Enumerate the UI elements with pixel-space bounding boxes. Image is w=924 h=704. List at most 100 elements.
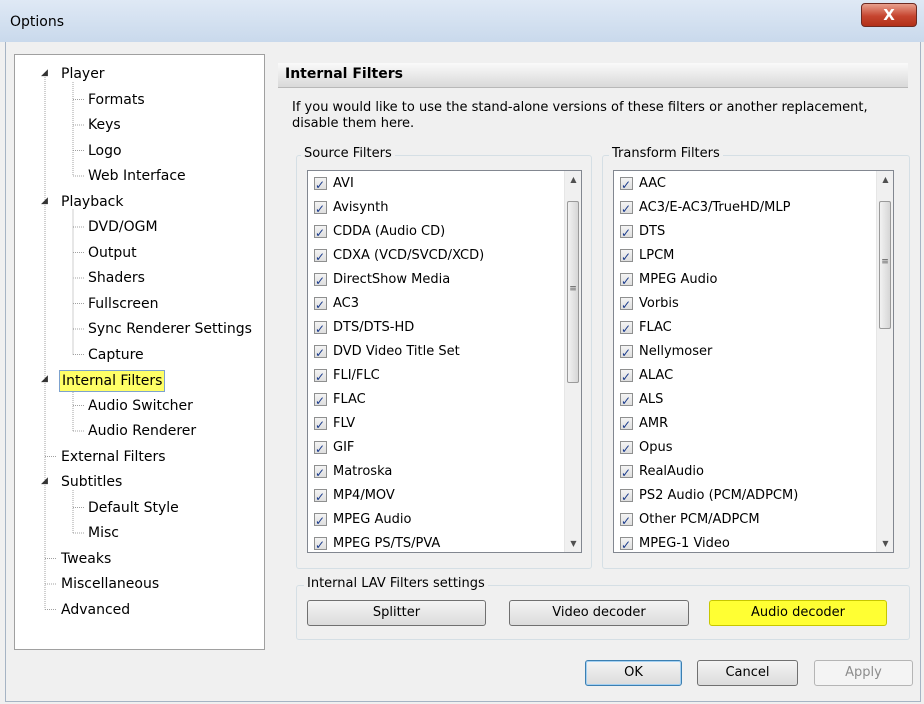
list-item-label: Nellymoser — [639, 344, 713, 359]
tree-item-audio-switcher[interactable]: Audio Switcher — [86, 396, 195, 416]
options-tree[interactable]: Player ◢ Formats Keys Logo Web Interface Playb… — [14, 54, 265, 650]
tree-item-formats[interactable]: Formats — [86, 90, 147, 110]
check-icon: ✓ — [315, 250, 326, 264]
tree-item-external-filters[interactable]: External Filters — [59, 447, 168, 467]
tree-item-dvd-ogm[interactable]: DVD/OGM — [86, 217, 160, 237]
check-icon: ✓ — [621, 514, 632, 528]
checkbox[interactable]: ✓ — [314, 393, 327, 408]
tree-item-capture[interactable]: Capture — [86, 345, 146, 365]
checkbox[interactable]: ✓ — [314, 345, 327, 360]
check-icon: ✓ — [621, 298, 632, 312]
scroll-up-icon[interactable]: ▲ — [565, 171, 581, 188]
checkbox[interactable]: ✓ — [620, 225, 633, 240]
lav-settings-label: Internal LAV Filters settings — [304, 576, 488, 592]
tree-item-sync-renderer-settings[interactable]: Sync Renderer Settings — [86, 319, 254, 339]
checkbox[interactable]: ✓ — [620, 297, 633, 312]
video-decoder-button[interactable]: Video decoder — [509, 600, 689, 626]
check-icon: ✓ — [315, 538, 326, 552]
checkbox[interactable]: ✓ — [314, 489, 327, 504]
tree-item-keys[interactable]: Keys — [86, 115, 123, 135]
checkbox[interactable]: ✓ — [620, 273, 633, 288]
checkbox[interactable]: ✓ — [620, 345, 633, 360]
source-filters-scrollbar[interactable]: ▲ ≡ ▼ — [564, 171, 581, 552]
tree-item-logo[interactable]: Logo — [86, 141, 124, 161]
scroll-up-icon[interactable]: ▲ — [877, 171, 893, 188]
check-icon: ✓ — [315, 202, 326, 216]
tree-item-default-style[interactable]: Default Style — [86, 498, 181, 518]
list-item-label: ALAC — [639, 368, 674, 383]
scroll-thumb[interactable]: ≡ — [879, 201, 891, 329]
list-item-label: Vorbis — [639, 296, 679, 311]
checkbox[interactable]: ✓ — [620, 369, 633, 384]
collapse-triangle-icon[interactable]: ◢ — [41, 476, 48, 486]
tree-item-misc[interactable]: Misc — [86, 523, 121, 543]
cancel-button[interactable]: Cancel — [697, 660, 798, 686]
list-item-label: MPEG Audio — [639, 272, 718, 287]
checkbox[interactable]: ✓ — [314, 273, 327, 288]
checkbox[interactable]: ✓ — [620, 249, 633, 264]
collapse-triangle-icon[interactable]: ◢ — [41, 196, 48, 206]
collapse-triangle-icon[interactable]: ◢ — [41, 374, 48, 384]
ok-button[interactable]: OK — [585, 660, 682, 686]
tree-item-subtitles[interactable]: Subtitles — [59, 472, 124, 492]
checkbox[interactable]: ✓ — [620, 177, 633, 192]
tree-item-audio-renderer[interactable]: Audio Renderer — [86, 421, 198, 441]
transform-filters-list[interactable]: ▲ ≡ ▼ ✓ AAC ✓ AC3/E-AC3/TrueHD/MLP ✓ DTS ✓ LPCM… — [613, 170, 894, 553]
checkbox[interactable]: ✓ — [314, 249, 327, 264]
list-item-label: RealAudio — [639, 464, 704, 479]
checkbox[interactable]: ✓ — [620, 201, 633, 216]
checkbox[interactable]: ✓ — [314, 369, 327, 384]
tree-item-internal-filters[interactable]: Internal Filters — [59, 370, 166, 392]
checkbox[interactable]: ✓ — [314, 177, 327, 192]
tree-item-miscellaneous[interactable]: Miscellaneous — [59, 574, 161, 594]
check-icon: ✓ — [621, 394, 632, 408]
tree-item-output[interactable]: Output — [86, 243, 139, 263]
tree-item-advanced[interactable]: Advanced — [59, 600, 132, 620]
checkbox[interactable]: ✓ — [314, 441, 327, 456]
check-icon: ✓ — [621, 322, 632, 336]
checkbox[interactable]: ✓ — [314, 297, 327, 312]
grip-icon: ≡ — [881, 257, 889, 267]
checkbox[interactable]: ✓ — [620, 513, 633, 528]
checkbox[interactable]: ✓ — [620, 393, 633, 408]
checkbox[interactable]: ✓ — [620, 489, 633, 504]
splitter-button[interactable]: Splitter — [307, 600, 486, 626]
apply-button[interactable]: Apply — [814, 660, 913, 686]
check-icon: ✓ — [315, 226, 326, 240]
checkbox[interactable]: ✓ — [620, 537, 633, 552]
scroll-down-icon[interactable]: ▼ — [565, 535, 581, 552]
tree-item-tweaks[interactable]: Tweaks — [59, 549, 113, 569]
tree-item-player[interactable]: Player — [59, 64, 107, 84]
tree-item-playback[interactable]: Playback — [59, 192, 125, 212]
tree-item-fullscreen[interactable]: Fullscreen — [86, 294, 160, 314]
checkbox[interactable]: ✓ — [314, 537, 327, 552]
transform-filters-scrollbar[interactable]: ▲ ≡ ▼ — [876, 171, 893, 552]
tree-item-shaders[interactable]: Shaders — [86, 268, 147, 288]
list-item-label: FLAC — [639, 320, 672, 335]
scroll-thumb[interactable]: ≡ — [567, 201, 579, 383]
checkbox[interactable]: ✓ — [620, 417, 633, 432]
checkbox[interactable]: ✓ — [314, 465, 327, 480]
panel-description: If you would like to use the stand-alone… — [292, 100, 868, 131]
audio-decoder-button[interactable]: Audio decoder — [709, 600, 887, 626]
source-filters-list[interactable]: ▲ ≡ ▼ ✓ AVI ✓ Avisynth ✓ CDDA (Audio CD) ✓ CDXA… — [307, 170, 582, 553]
checkbox[interactable]: ✓ — [314, 417, 327, 432]
checkbox[interactable]: ✓ — [314, 513, 327, 528]
checkbox[interactable]: ✓ — [620, 465, 633, 480]
collapse-triangle-icon[interactable]: ◢ — [41, 68, 48, 78]
list-item-label: MPEG Audio — [333, 512, 412, 527]
close-icon: X — [883, 6, 895, 24]
checkbox[interactable]: ✓ — [314, 201, 327, 216]
checkbox[interactable]: ✓ — [314, 225, 327, 240]
close-button[interactable]: X — [861, 3, 917, 27]
check-icon: ✓ — [621, 178, 632, 192]
check-icon: ✓ — [621, 226, 632, 240]
checkbox[interactable]: ✓ — [620, 441, 633, 456]
scroll-down-icon[interactable]: ▼ — [877, 535, 893, 552]
list-item-label: PS2 Audio (PCM/ADPCM) — [639, 488, 799, 503]
checkbox[interactable]: ✓ — [314, 321, 327, 336]
list-item-label: AC3/E-AC3/TrueHD/MLP — [639, 200, 791, 215]
tree-item-web-interface[interactable]: Web Interface — [86, 166, 188, 186]
checkbox[interactable]: ✓ — [620, 321, 633, 336]
check-icon: ✓ — [315, 178, 326, 192]
